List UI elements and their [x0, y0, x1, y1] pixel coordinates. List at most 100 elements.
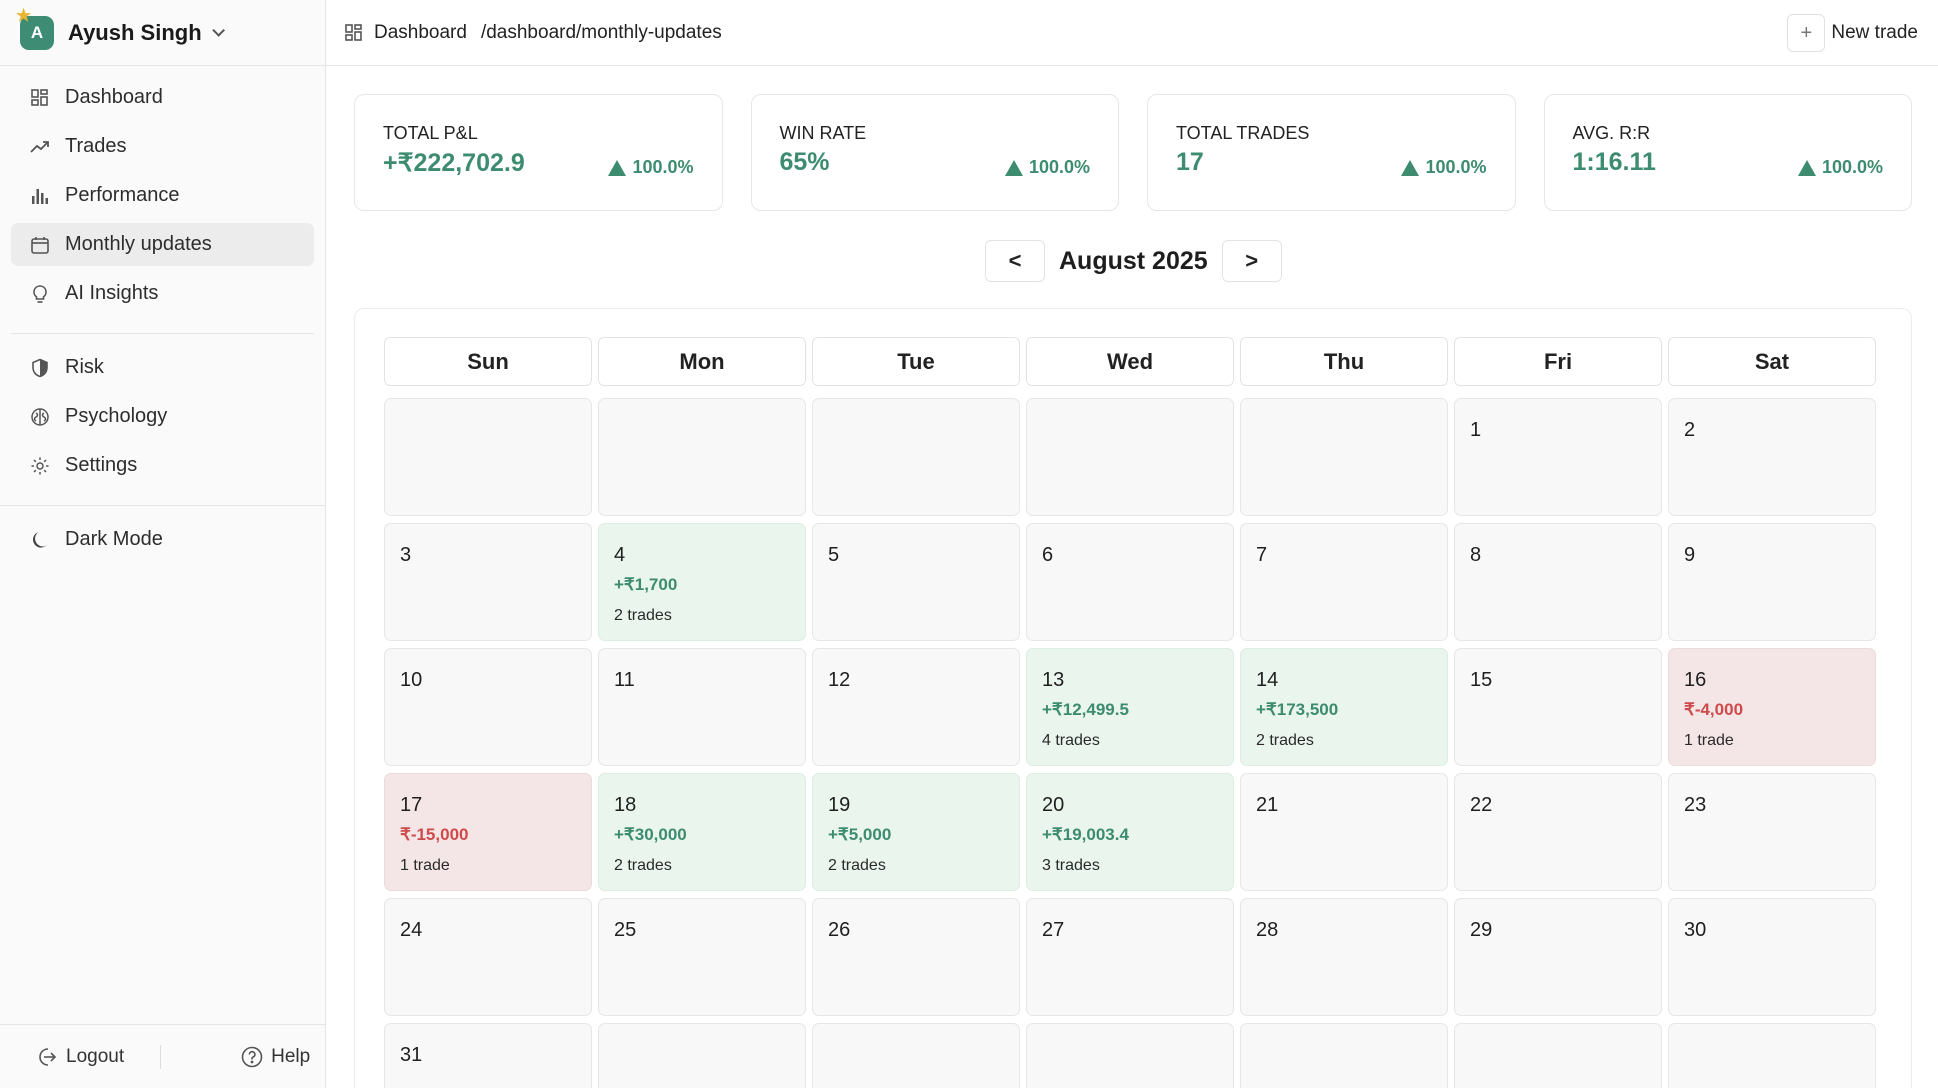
day-number: 8: [1470, 544, 1482, 566]
chevron-down-icon: [211, 24, 225, 37]
weekday-header-wed: Wed: [1026, 337, 1234, 386]
bar-chart-icon: [32, 188, 48, 204]
new-trade-button[interactable]: + New trade: [1787, 14, 1918, 52]
calendar-day-28[interactable]: 28: [1240, 898, 1448, 1016]
calendar-day-16[interactable]: 16 ₹-4,000 1 trade: [1668, 648, 1876, 766]
calendar-day-6[interactable]: 6: [1026, 523, 1234, 641]
day-trade-count: 1 trade: [1684, 732, 1734, 749]
day-number: 29: [1470, 919, 1493, 941]
day-number: 26: [828, 919, 851, 941]
calendar-day-27[interactable]: 27: [1026, 898, 1234, 1016]
calendar-empty-cell: [1668, 1023, 1876, 1088]
calendar-day-15[interactable]: 15: [1454, 648, 1662, 766]
user-switcher[interactable]: ★ A Ayush Singh: [0, 0, 325, 66]
day-number: 22: [1470, 794, 1493, 816]
day-pnl: ₹-4,000: [1684, 700, 1744, 719]
sidebar-item-ai-insights[interactable]: AI Insights: [11, 272, 314, 315]
sidebar-item-settings[interactable]: Settings: [11, 444, 314, 487]
calendar-day-1[interactable]: 1: [1454, 398, 1662, 516]
stat-card-total-trades: TOTAL TRADES 17 100.0%: [1147, 94, 1516, 211]
weekday-header-thu: Thu: [1240, 337, 1448, 386]
sidebar-item-risk[interactable]: Risk: [11, 346, 314, 389]
help-button[interactable]: Help: [241, 1046, 310, 1068]
weekday-header-sat: Sat: [1668, 337, 1876, 386]
top-bar: Dashboard /dashboard/monthly-updates + N…: [326, 0, 1938, 66]
day-trade-count: 2 trades: [614, 857, 672, 874]
stat-card-total-pnl: TOTAL P&L +₹222,702.9 100.0%: [354, 94, 723, 211]
sidebar-item-label: Dark Mode: [65, 528, 163, 550]
calendar-day-24[interactable]: 24: [384, 898, 592, 1016]
sidebar: ★ A Ayush Singh Dashboard Trades Perform…: [0, 0, 326, 1088]
day-number: 4: [614, 544, 626, 566]
calendar-day-5[interactable]: 5: [812, 523, 1020, 641]
calendar-day-14[interactable]: 14 +₹173,500 2 trades: [1240, 648, 1448, 766]
stat-change: 100.0%: [1401, 157, 1487, 178]
stat-change-value: 100.0%: [1425, 157, 1487, 177]
day-pnl: ₹-15,000: [400, 825, 469, 844]
sidebar-item-dashboard[interactable]: Dashboard: [11, 76, 314, 119]
weekday-header-mon: Mon: [598, 337, 806, 386]
new-trade-label: New trade: [1831, 22, 1918, 43]
day-number: 14: [1256, 669, 1279, 691]
calendar-day-13[interactable]: 13 +₹12,499.5 4 trades: [1026, 648, 1234, 766]
logout-button[interactable]: Logout: [36, 1046, 124, 1068]
sidebar-nav: Dashboard Trades Performance Monthly upd…: [0, 66, 325, 561]
dark-mode-toggle[interactable]: Dark Mode: [11, 518, 314, 561]
prev-month-button[interactable]: <: [985, 240, 1045, 282]
calendar-day-9[interactable]: 9: [1668, 523, 1876, 641]
calendar-day-22[interactable]: 22: [1454, 773, 1662, 891]
day-number: 15: [1470, 669, 1493, 691]
calendar-day-2[interactable]: 2: [1668, 398, 1876, 516]
calendar-day-18[interactable]: 18 +₹30,000 2 trades: [598, 773, 806, 891]
logout-label: Logout: [66, 1045, 125, 1067]
brain-icon: [31, 407, 49, 426]
sidebar-item-psychology[interactable]: Psychology: [11, 395, 314, 438]
calendar-day-23[interactable]: 23: [1668, 773, 1876, 891]
sidebar-item-performance[interactable]: Performance: [11, 174, 314, 217]
day-number: 24: [400, 919, 423, 941]
calendar-day-8[interactable]: 8: [1454, 523, 1662, 641]
sidebar-item-trades[interactable]: Trades: [11, 125, 314, 168]
day-number: 6: [1042, 544, 1054, 566]
day-number: 20: [1042, 794, 1065, 816]
day-number: 13: [1042, 669, 1065, 691]
breadcrumb-path: /dashboard/monthly-updates: [480, 21, 722, 43]
calendar-day-20[interactable]: 20 +₹19,003.4 3 trades: [1026, 773, 1234, 891]
day-number: 3: [400, 544, 412, 566]
day-number: 17: [400, 794, 423, 816]
calendar-day-10[interactable]: 10: [384, 648, 592, 766]
next-month-button[interactable]: >: [1221, 240, 1282, 282]
calendar-day-17[interactable]: 17 ₹-15,000 1 trade: [384, 773, 592, 891]
calendar-day-21[interactable]: 21: [1240, 773, 1448, 891]
calendar-day-3[interactable]: 3: [384, 523, 592, 641]
breadcrumb-dashboard[interactable]: Dashboard: [374, 22, 467, 44]
triangle-up-icon: [608, 159, 627, 176]
grid-icon: [31, 88, 48, 106]
logout-icon: [39, 1047, 57, 1066]
calendar-day-4[interactable]: 4 +₹1,700 2 trades: [598, 523, 806, 641]
weekday-header-sun: Sun: [384, 337, 592, 386]
sidebar-item-monthly-updates[interactable]: Monthly updates: [11, 223, 314, 266]
calendar-day-30[interactable]: 30: [1668, 898, 1876, 1016]
day-trade-count: 2 trades: [828, 857, 886, 874]
day-pnl: +₹12,499.5: [1042, 700, 1129, 719]
month-navigation: < August 2025 >: [985, 240, 1282, 282]
calendar-day-31[interactable]: 31: [384, 1023, 592, 1088]
day-pnl: +₹30,000: [614, 825, 687, 844]
stat-card-win-rate: WIN RATE 65% 100.0%: [750, 94, 1119, 211]
sidebar-item-label: Settings: [65, 454, 138, 476]
calendar-empty-cell: [598, 1023, 806, 1088]
calendar-empty-cell: [1240, 398, 1448, 516]
calendar-day-12[interactable]: 12: [812, 648, 1020, 766]
day-number: 5: [828, 544, 840, 566]
calendar-day-25[interactable]: 25: [598, 898, 806, 1016]
calendar-day-19[interactable]: 19 +₹5,000 2 trades: [812, 773, 1020, 891]
calendar-day-29[interactable]: 29: [1454, 898, 1662, 1016]
grid-icon: [345, 23, 362, 41]
stat-change: 100.0%: [1004, 157, 1090, 178]
sidebar-item-label: Monthly updates: [65, 233, 212, 255]
day-pnl: +₹19,003.4: [1042, 825, 1129, 844]
calendar-day-26[interactable]: 26: [812, 898, 1020, 1016]
calendar-day-7[interactable]: 7: [1240, 523, 1448, 641]
calendar-day-11[interactable]: 11: [598, 648, 806, 766]
